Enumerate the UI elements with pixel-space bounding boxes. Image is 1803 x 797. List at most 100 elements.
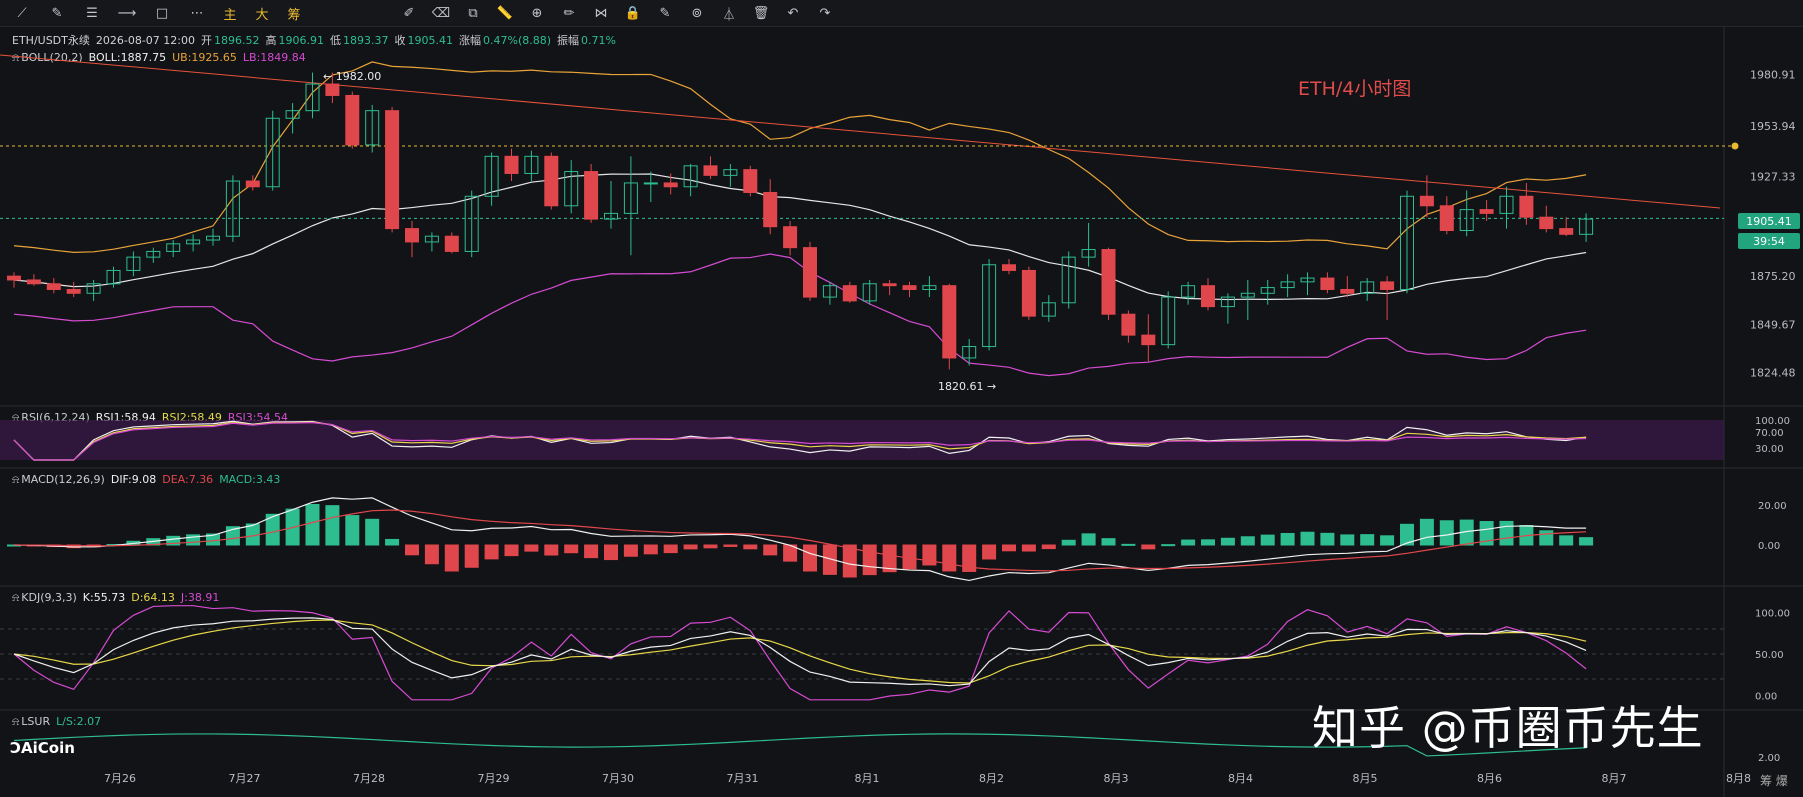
candle-body bbox=[26, 279, 41, 285]
toolbar-cn-button-2[interactable]: 筹 bbox=[284, 3, 304, 23]
macd-histogram-bar bbox=[1201, 539, 1215, 546]
candle-body bbox=[385, 110, 400, 230]
candle-body bbox=[1380, 281, 1395, 290]
x-axis-label: 8月8 bbox=[1726, 772, 1751, 785]
macd-histogram-bar bbox=[1181, 539, 1196, 546]
macd-histogram-bar bbox=[325, 505, 340, 546]
macd-histogram-bar bbox=[1559, 535, 1574, 546]
macd-histogram-bar bbox=[405, 544, 419, 556]
measure-icon[interactable]: ⋈ bbox=[591, 3, 611, 23]
candle-body bbox=[7, 275, 21, 281]
candle-body bbox=[1519, 195, 1534, 218]
candle-body bbox=[803, 247, 817, 298]
macd-histogram-bar bbox=[604, 544, 618, 561]
x-axis-label: 8月5 bbox=[1353, 772, 1378, 785]
candle-body bbox=[1439, 205, 1454, 232]
x-axis-label: 7月29 bbox=[478, 772, 510, 785]
macd-histogram-bar bbox=[803, 544, 817, 572]
candle-body bbox=[325, 83, 340, 96]
macd-histogram-bar bbox=[564, 544, 579, 554]
candle-body bbox=[444, 235, 459, 252]
edit-icon[interactable]: ✎ bbox=[655, 3, 675, 23]
candle-body bbox=[544, 155, 559, 207]
logo-text: AiCoin bbox=[21, 739, 75, 757]
macd-axis-label: 0.00 bbox=[1758, 541, 1780, 552]
redo-icon[interactable]: ↷ bbox=[815, 3, 835, 23]
macd-histogram-bar bbox=[1141, 544, 1156, 550]
candle-body bbox=[1141, 334, 1156, 346]
candle-body bbox=[1021, 269, 1036, 317]
candle-body bbox=[1539, 216, 1554, 230]
pencil-tool-icon[interactable]: ✎ bbox=[47, 3, 67, 23]
macd-histogram-bar bbox=[683, 544, 698, 550]
macd-histogram-bar bbox=[1579, 537, 1594, 546]
current-price-tag: 1905.41 bbox=[1738, 213, 1800, 229]
zoom-icon[interactable]: ⊕ bbox=[527, 3, 547, 23]
candle-body bbox=[405, 228, 419, 243]
macd-histogram-bar bbox=[1360, 534, 1375, 546]
x-axis-label: 8月2 bbox=[979, 772, 1004, 785]
candle-body bbox=[345, 94, 360, 146]
macd-histogram-bar bbox=[1061, 539, 1076, 546]
macd-histogram-bar bbox=[1280, 532, 1295, 546]
macd-histogram-bar bbox=[345, 515, 360, 546]
macd-histogram-bar bbox=[464, 544, 479, 568]
ruler-icon[interactable]: 📏 bbox=[495, 3, 515, 23]
macd-histogram-bar bbox=[1220, 537, 1235, 546]
candle-body bbox=[882, 283, 897, 287]
filter-icon[interactable]: ⏃ bbox=[719, 3, 739, 23]
macd-histogram-bar bbox=[763, 544, 778, 556]
macd-histogram-bar bbox=[703, 544, 718, 549]
rect-tool-icon[interactable]: □ bbox=[152, 3, 172, 23]
brush-icon[interactable]: ✐ bbox=[399, 3, 419, 23]
magnet-icon[interactable]: ⊚ bbox=[687, 3, 707, 23]
macd-histogram-bar bbox=[365, 518, 380, 546]
copy-icon[interactable]: ⧉ bbox=[463, 3, 483, 23]
macd-histogram-bar bbox=[1300, 531, 1315, 546]
line-tool-icon[interactable]: ⟋ bbox=[12, 3, 32, 23]
rsi-axis-label: 70.00 bbox=[1755, 428, 1784, 439]
macd-histogram-bar bbox=[1161, 544, 1176, 547]
macd-histogram-bar bbox=[743, 544, 758, 550]
eraser-icon[interactable]: ⌫ bbox=[431, 3, 451, 23]
rsi-axis-label: 100.00 bbox=[1755, 416, 1790, 427]
highlight-icon[interactable]: ✏ bbox=[559, 3, 579, 23]
candle-body bbox=[783, 226, 798, 249]
undo-icon[interactable]: ↶ bbox=[783, 3, 803, 23]
macd-histogram-bar bbox=[524, 544, 539, 552]
low-marker: 1820.61 → bbox=[938, 380, 997, 393]
macd-histogram-bar bbox=[623, 544, 638, 557]
macd-histogram-bar bbox=[663, 544, 678, 554]
candle-body bbox=[1121, 313, 1136, 336]
watermark: 知乎 @币圈币先生 bbox=[1312, 701, 1704, 755]
candle-body bbox=[1101, 249, 1116, 315]
macd-histogram-bar bbox=[1260, 534, 1275, 546]
macd-histogram-bar bbox=[1539, 530, 1554, 546]
trash-icon[interactable]: 🗑 bbox=[751, 3, 771, 23]
toolbar-cn-button-0[interactable]: 主 bbox=[220, 3, 240, 23]
candle-body bbox=[703, 165, 718, 176]
toolbar-cn-button-1[interactable]: 大 bbox=[252, 3, 272, 23]
chart-area[interactable]: 1980.91 1953.94 1927.33 1875.20 1849.67 1824.… bbox=[0, 27, 1803, 797]
path-tool-icon[interactable]: ⋯ bbox=[187, 3, 207, 23]
candle-body bbox=[942, 285, 957, 359]
x-axis-label: 7月28 bbox=[353, 772, 385, 785]
candle-body bbox=[1320, 277, 1335, 290]
macd-histogram-bar bbox=[1499, 520, 1514, 546]
macd-histogram-bar bbox=[444, 544, 459, 572]
parallel-tool-icon[interactable]: ☰ bbox=[82, 3, 102, 23]
macd-histogram-bar bbox=[1419, 518, 1434, 546]
rsi-axis-label: 30.00 bbox=[1755, 444, 1784, 455]
candle-body bbox=[584, 171, 599, 220]
price-axis-label: 1824.48 bbox=[1750, 366, 1796, 379]
price-axis-label: 1849.67 bbox=[1750, 318, 1796, 331]
candle-body bbox=[66, 288, 81, 294]
ray-tool-icon[interactable]: ⟶ bbox=[117, 3, 137, 23]
lock-icon[interactable]: 🔒 bbox=[623, 3, 643, 23]
macd-histogram-bar bbox=[982, 544, 997, 560]
macd-axis-label: 20.00 bbox=[1758, 501, 1787, 512]
candle-body bbox=[1419, 195, 1434, 207]
aicoin-logo: ↃAiCoin bbox=[10, 739, 75, 757]
high-marker: ← 1982.00 bbox=[323, 70, 382, 83]
macd-histogram-bar bbox=[1121, 543, 1136, 546]
